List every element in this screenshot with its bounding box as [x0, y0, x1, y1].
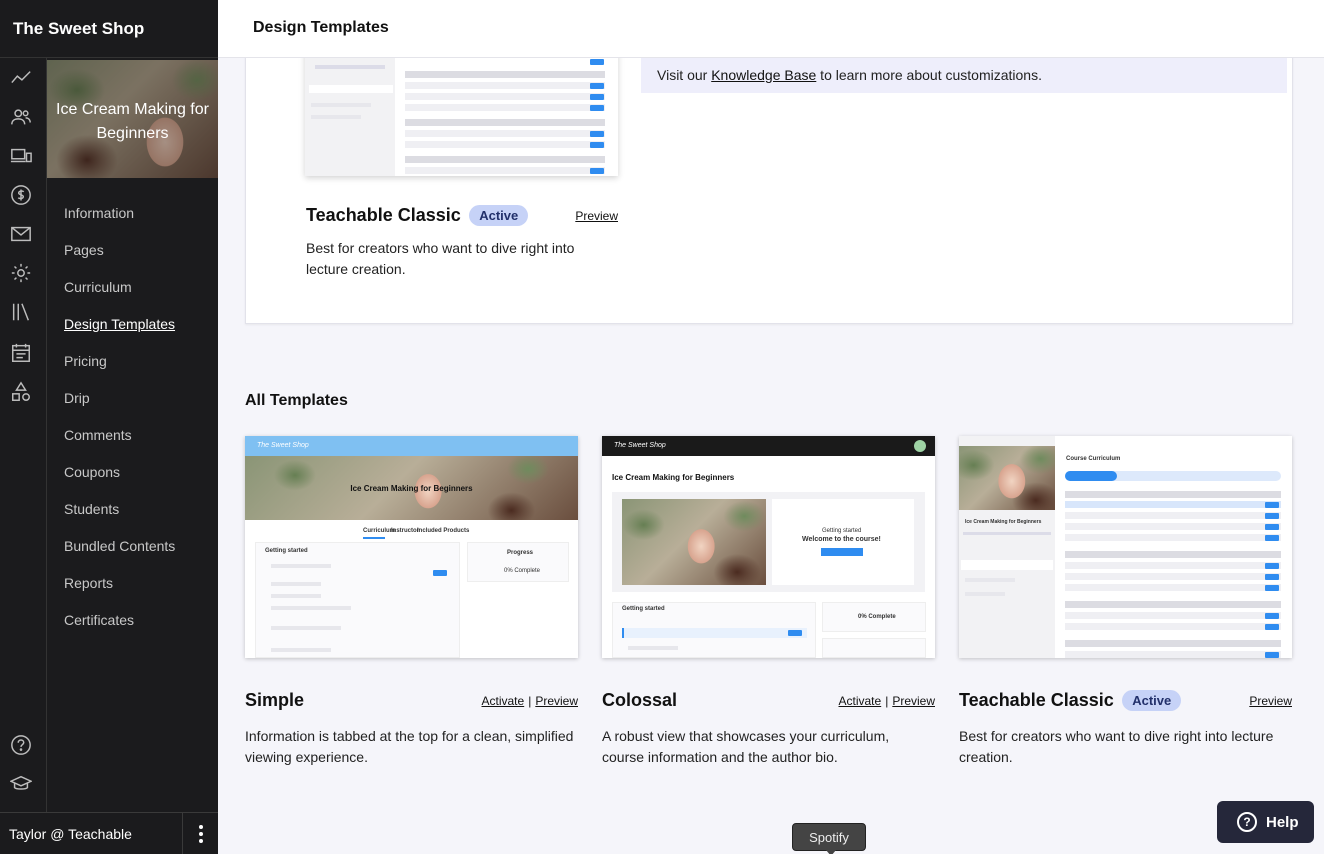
activate-link[interactable]: Activate: [839, 694, 882, 708]
nav-item-drip[interactable]: Drip: [64, 389, 175, 426]
preview-link[interactable]: Preview: [1249, 694, 1292, 708]
template-thumbnail[interactable]: Ice Cream Making for Beginners Course Cu…: [959, 436, 1292, 658]
thumb-welcome: Welcome to the course!: [802, 536, 881, 543]
nav-item-pricing[interactable]: Pricing: [64, 352, 175, 389]
preview-link[interactable]: Preview: [535, 694, 578, 708]
template-description: Information is tabbed at the top for a c…: [245, 728, 574, 765]
dollar-icon[interactable]: [9, 183, 33, 207]
nav-item-information[interactable]: Information: [64, 204, 175, 241]
current-template-thumbnail[interactable]: [305, 58, 618, 176]
thumb-brand: The Sweet Shop: [257, 442, 309, 449]
template-card-teachable-classic: Ice Cream Making for Beginners Course Cu…: [959, 436, 1292, 768]
thumb-heading: Course Curriculum: [1066, 456, 1121, 462]
main-content: Teachable Classic Active Preview Best fo…: [218, 58, 1324, 854]
template-name: Colossal: [602, 690, 678, 710]
thumb-section: Getting started: [265, 548, 308, 554]
nav-item-coupons[interactable]: Coupons: [64, 463, 175, 500]
template-name: Simple: [245, 690, 305, 710]
template-name: Teachable Classic: [306, 205, 461, 225]
kebab-menu-icon[interactable]: [196, 823, 206, 845]
calendar-icon[interactable]: [9, 341, 33, 365]
users-icon[interactable]: [9, 105, 33, 129]
thumb-section: Getting started: [622, 606, 665, 612]
thumb-course-title: Ice Cream Making for Beginners: [612, 473, 735, 482]
template-card-colossal: The Sweet Shop Ice Cream Making for Begi…: [602, 436, 935, 768]
graduation-cap-icon[interactable]: [9, 772, 33, 796]
thumb-course-title: Ice Cream Making for Beginners: [965, 519, 1042, 525]
page-title: Design Templates: [253, 19, 389, 36]
nav-item-comments[interactable]: Comments: [64, 426, 175, 463]
course-hero-image: Ice Cream Making for Beginners: [47, 60, 218, 178]
activate-link[interactable]: Activate: [482, 694, 525, 708]
course-nav-list: Information Pages Curriculum Design Temp…: [64, 204, 175, 648]
gear-icon[interactable]: [9, 261, 33, 285]
thumb-brand: The Sweet Shop: [614, 442, 666, 449]
template-description: Best for creators who want to dive right…: [959, 728, 1274, 765]
thumb-course-title: Ice Cream Making for Beginners: [350, 484, 473, 493]
nav-item-pages[interactable]: Pages: [64, 241, 175, 278]
template-name: Teachable Classic: [959, 690, 1114, 710]
course-title: Ice Cream Making for Beginners: [56, 101, 209, 142]
current-template-card: Teachable Classic Active Preview Best fo…: [245, 58, 1293, 324]
knowledge-base-link[interactable]: Knowledge Base: [711, 67, 816, 83]
thumb-section: Getting started: [822, 528, 862, 534]
status-badge: Active: [1122, 690, 1182, 711]
mail-icon[interactable]: [9, 222, 33, 246]
info-text-suffix: to learn more about customizations.: [816, 67, 1042, 83]
nav-item-curriculum[interactable]: Curriculum: [64, 278, 175, 315]
dock-tooltip: Spotify: [792, 823, 866, 854]
thumb-complete: 0% Complete: [504, 568, 541, 574]
info-text-prefix: Visit our: [657, 67, 712, 83]
user-name: Taylor @ Teachable: [9, 825, 132, 842]
question-icon: ?: [1237, 812, 1257, 832]
divider: [182, 813, 183, 854]
template-thumbnail[interactable]: The Sweet Shop Ice Cream Making for Begi…: [245, 436, 578, 658]
status-badge: Active: [469, 205, 529, 226]
page-header: Design Templates: [218, 0, 1324, 58]
info-banner: Visit our Knowledge Base to learn more a…: [641, 58, 1287, 93]
thumb-complete: 0% Complete: [858, 614, 896, 620]
template-title-row: Colossal Activate | Preview: [602, 690, 935, 710]
nav-item-students[interactable]: Students: [64, 500, 175, 537]
thumb-photo: [622, 499, 766, 585]
thumb-photo: [959, 446, 1055, 510]
devices-icon[interactable]: [9, 144, 33, 168]
user-menu[interactable]: Taylor @ Teachable: [0, 812, 218, 854]
thumb-tab: Included Products: [417, 528, 470, 534]
shapes-icon[interactable]: [9, 380, 33, 404]
nav-item-design-templates[interactable]: Design Templates: [64, 315, 175, 352]
trend-line-icon[interactable]: [9, 66, 33, 90]
all-templates-heading: All Templates: [245, 392, 348, 409]
template-title-row: Simple Activate | Preview: [245, 690, 578, 710]
help-label: Help: [1266, 813, 1299, 831]
help-button[interactable]: ? Help: [1217, 801, 1314, 843]
preview-link[interactable]: Preview: [892, 694, 935, 708]
icon-rail: [0, 58, 47, 854]
preview-link[interactable]: Preview: [575, 209, 618, 223]
nav-item-certificates[interactable]: Certificates: [64, 611, 175, 648]
template-thumbnail[interactable]: The Sweet Shop Ice Cream Making for Begi…: [602, 436, 935, 658]
template-description: A robust view that showcases your curric…: [602, 728, 890, 765]
school-name[interactable]: The Sweet Shop: [0, 0, 218, 58]
template-description: Best for creators who want to dive right…: [306, 240, 575, 277]
current-template-title-row: Teachable Classic Active Preview: [306, 205, 618, 226]
nav-item-reports[interactable]: Reports: [64, 574, 175, 611]
nav-item-bundled-contents[interactable]: Bundled Contents: [64, 537, 175, 574]
course-nav: Ice Cream Making for Beginners Informati…: [47, 58, 218, 812]
library-icon[interactable]: [9, 300, 33, 324]
template-card-simple: The Sweet Shop Ice Cream Making for Begi…: [245, 436, 578, 768]
thumb-tab: Instructor: [391, 528, 420, 534]
help-circle-icon[interactable]: [9, 733, 33, 757]
template-title-row: Teachable Classic Active Preview: [959, 690, 1292, 712]
thumb-progress: Progress: [507, 550, 534, 556]
